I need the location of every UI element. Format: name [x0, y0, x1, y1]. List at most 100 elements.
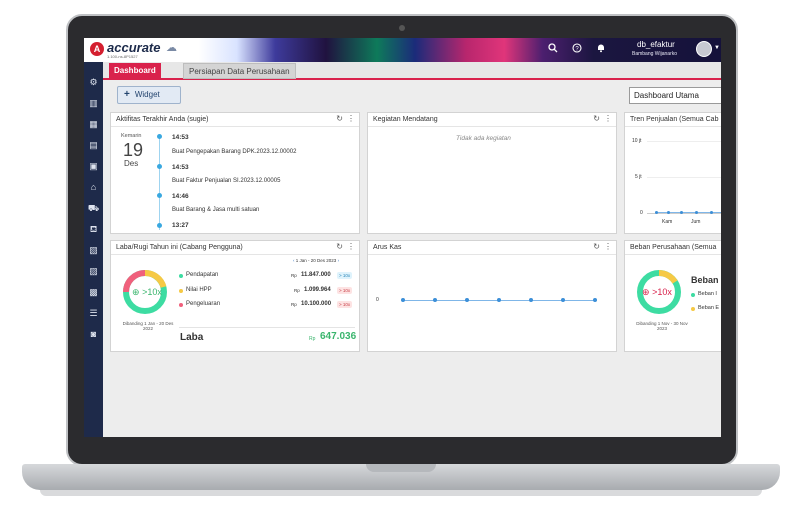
tab-bar: Dashboard Persiapan Data Perusahaan — [103, 62, 721, 80]
cashflow-point — [561, 298, 565, 302]
currency: Rp — [294, 288, 300, 293]
plus-icon: + — [124, 89, 130, 100]
gear-icon[interactable]: ⚙ — [87, 76, 100, 89]
ring-label-text: >10x — [652, 287, 672, 297]
bell-icon[interactable] — [594, 43, 608, 57]
laptop-shadow — [40, 490, 762, 496]
cashflow-point — [529, 298, 533, 302]
cashflow-point — [433, 298, 437, 302]
dashboard-select[interactable]: Dashboard Utama — [629, 87, 721, 104]
truck-icon[interactable]: ⛾ — [87, 223, 100, 236]
timeline-dot — [157, 164, 162, 169]
chevron-down-icon[interactable]: ▼ — [714, 45, 720, 51]
card-title: Arus Kas — [373, 244, 402, 251]
date-caption: Kemarin — [121, 133, 142, 139]
row-value: 10.100.000 — [301, 301, 332, 307]
cloud-icon: ☁ — [166, 42, 177, 54]
legend-dot — [691, 307, 695, 311]
laptop-base — [22, 464, 780, 490]
cashflow-point — [401, 298, 405, 302]
search-icon[interactable] — [546, 43, 560, 57]
result-value: 647.036 — [320, 331, 357, 342]
timeline-dot — [157, 223, 162, 228]
date-range[interactable]: ‹ 1 Jan - 20 Des 2023 › — [293, 258, 339, 263]
office-icon[interactable]: ▦ — [87, 118, 100, 131]
trend-point — [680, 211, 683, 214]
up-arrow-icon: ⊕ — [642, 287, 650, 297]
row-value: 1.099.964 — [304, 287, 331, 293]
y-tick: 10 jt — [632, 138, 642, 144]
change-tag: > 10x — [337, 272, 353, 279]
x-tick: Jum — [691, 219, 701, 225]
laptop-notch — [366, 464, 436, 472]
cashflow-point — [593, 298, 597, 302]
x-tick: Kam — [662, 219, 673, 225]
tab-persiapan-data[interactable]: Persiapan Data Perusahaan — [183, 63, 296, 79]
legend-dot — [179, 303, 183, 307]
trend-point — [695, 211, 698, 214]
building-icon[interactable]: ▥ — [87, 97, 100, 110]
top-bar: A accurate 1.100-ns-8P1527 ☁ ? db_efaktu… — [84, 38, 721, 62]
more-icon[interactable]: ⋮ — [604, 114, 612, 123]
currency: Rp — [291, 273, 297, 278]
activity-desc[interactable]: Buat Barang & Jasa multi satuan — [172, 207, 259, 213]
report-icon[interactable]: ▩ — [87, 286, 100, 299]
activity-desc[interactable]: Buat Pengepakan Barang DPK.2023.12.00002 — [172, 149, 296, 155]
inventory-icon[interactable]: ▧ — [87, 244, 100, 257]
factory-icon[interactable]: ▨ — [87, 265, 100, 278]
expense-card: Beban Perusahaan (Semua ⊕ >10x Dibanding… — [624, 240, 721, 352]
result-currency: Rp — [309, 336, 316, 342]
sales-trend-card: Tren Penjualan (Semua Cab 10 jt 5 jt 0 K… — [624, 112, 721, 234]
chevron-right-icon[interactable]: › — [338, 258, 340, 263]
expense-row: Beban E — [698, 305, 720, 311]
refresh-icon[interactable]: ↻ — [593, 242, 600, 251]
list-icon[interactable]: ☰ — [87, 307, 100, 320]
row-value: 11.847.000 — [301, 272, 331, 278]
more-icon[interactable]: ⋮ — [347, 114, 355, 123]
avatar[interactable] — [696, 41, 712, 57]
trend-point — [655, 211, 658, 214]
refresh-icon[interactable]: ↻ — [336, 242, 343, 251]
refresh-icon[interactable]: ↻ — [593, 114, 600, 123]
activity-time: 14:53 — [172, 164, 189, 171]
timeline-dot — [157, 193, 162, 198]
activity-time: 14:46 — [172, 193, 189, 200]
chevron-left-icon[interactable]: ‹ — [293, 258, 295, 263]
compare-text: Dibanding 1 Nov - 30 Nov 2023 — [636, 321, 688, 331]
bank-icon[interactable]: ⌂ — [87, 181, 100, 194]
cart-icon[interactable]: ⛟ — [87, 202, 100, 215]
help-icon[interactable]: ? — [570, 43, 584, 57]
row-label: Pendapatan — [186, 272, 219, 278]
tab-dashboard[interactable]: Dashboard — [109, 63, 161, 79]
widget-button-label: Widget — [134, 90, 160, 99]
document-icon[interactable]: ▣ — [87, 160, 100, 173]
card-title: Beban Perusahaan (Semua — [630, 244, 717, 251]
result-label: Laba — [180, 332, 204, 343]
upcoming-card: Kegiatan Mendatang ↻ ⋮ Tidak ada kegiatan — [367, 112, 617, 234]
more-icon[interactable]: ⋮ — [347, 242, 355, 251]
row-label: Pengeluaran — [186, 301, 221, 307]
add-widget-button[interactable]: + Widget — [117, 86, 181, 104]
compare-text: Dibanding 1 Jan - 20 Des 2022 — [122, 321, 174, 331]
refresh-icon[interactable]: ↻ — [336, 114, 343, 123]
legend-dot — [691, 293, 695, 297]
expense-row: Beban I — [698, 291, 717, 297]
activity-time: 13:27 — [172, 222, 189, 229]
card-title: Aktifitas Terakhir Anda (sugie) — [116, 116, 209, 123]
date-range-text: 1 Jan - 20 Des 2023 — [295, 258, 337, 263]
ledger-icon[interactable]: ▤ — [87, 139, 100, 152]
settings-doc-icon[interactable]: ◙ — [87, 328, 100, 341]
activity-desc[interactable]: Buat Faktur Penjualan SI.2023.12.00005 — [172, 178, 280, 184]
user-name[interactable]: db_efaktur — [637, 40, 675, 49]
ring-label: ⊕ >10x — [642, 287, 672, 298]
trend-point — [667, 211, 670, 214]
cashflow-card: Arus Kas ↻ ⋮ 0 — [367, 240, 617, 352]
app-logo-text: accurate — [107, 40, 161, 55]
date-day: 19 — [123, 140, 144, 160]
profit-loss-card: Laba/Rugi Tahun ini (Cabang Pengguna) ↻ ⋮… — [110, 240, 360, 352]
up-arrow-icon: ⊕ — [132, 287, 140, 297]
screen: A accurate 1.100-ns-8P1527 ☁ ? db_efaktu… — [84, 38, 721, 437]
y-tick: 0 — [376, 297, 379, 303]
empty-state: Tidak ada kegiatan — [456, 135, 511, 142]
more-icon[interactable]: ⋮ — [604, 242, 612, 251]
